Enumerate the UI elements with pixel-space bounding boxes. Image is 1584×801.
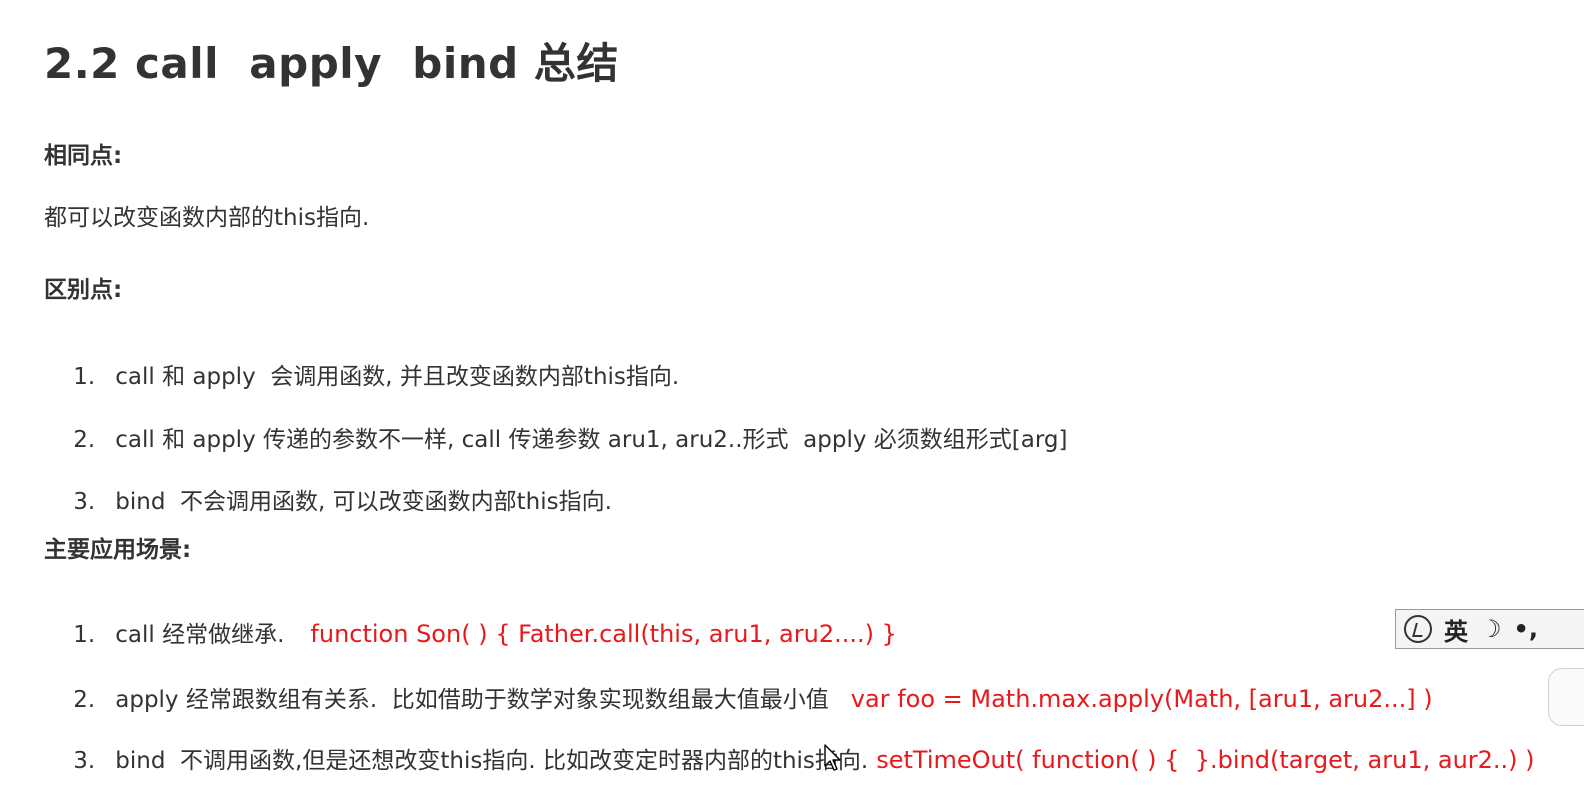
list-item-text: call 经常做继承. [115,622,285,648]
page-title: 2.2 call apply bind 总结 [44,39,619,88]
code-example: var foo = Math.max.apply(Math, [aru1, ar… [850,685,1433,713]
ime-toolbar[interactable]: 英 ☽ •, [1395,609,1584,649]
moon-icon[interactable]: ☽ [1480,615,1502,643]
list-number: 3. [73,489,96,515]
code-example: setTimeOut( function( ) { }.bind(target,… [876,746,1535,774]
usage-item-3: 3. bind 不调用函数,但是还想改变this指向. 比如改变定时器内部的thi… [44,715,1535,801]
ime-language-toggle[interactable]: 英 [1444,612,1468,647]
list-item-text: apply 经常跟数组有关系. 比如借助于数学对象实现数组最大值最小值 [115,687,829,713]
list-number: 1. [73,364,96,390]
list-item-text: call 和 apply 传递的参数不一样, call 传递参数 aru1, a… [115,427,1068,453]
differences-heading: 区别点: [44,277,123,303]
list-number: 2. [73,687,96,713]
list-item-text: bind 不会调用函数, 可以改变函数内部this指向. [115,489,612,515]
similarities-heading: 相同点: [44,143,123,169]
list-number: 1. [73,622,96,648]
list-number: 2. [73,427,96,453]
ime-logo-icon[interactable] [1404,615,1432,643]
list-item-text: bind 不调用函数,但是还想改变this指向. 比如改变定时器内部的this指… [115,748,869,774]
side-panel-handle[interactable] [1548,668,1584,726]
usage-heading: 主要应用场景: [44,537,192,563]
list-item-text: call 和 apply 会调用函数, 并且改变函数内部this指向. [115,364,680,390]
mouse-cursor-icon [824,744,841,771]
punctuation-icon[interactable]: •, [1514,615,1538,643]
document-body: 2.2 call apply bind 总结 相同点: 都可以改变函数内部的th… [44,0,1584,789]
similarities-text: 都可以改变函数内部的this指向. [44,205,370,231]
code-example: function Son( ) { Father.call(this, aru1… [310,620,897,648]
list-number: 3. [73,748,96,774]
